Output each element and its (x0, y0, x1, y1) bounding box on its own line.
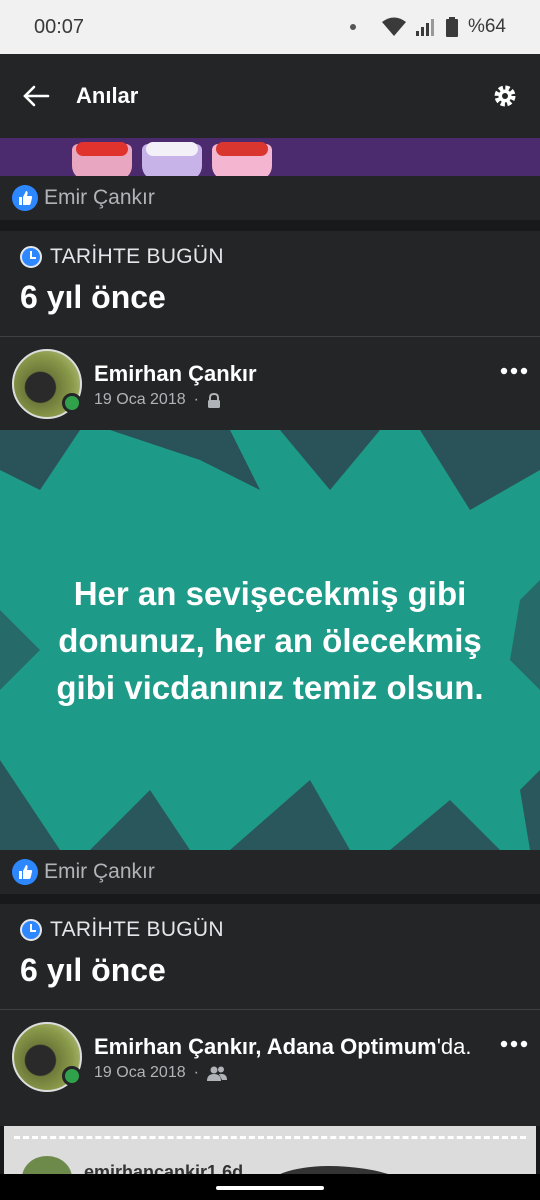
post-quote-text: Her an sevişecekmiş gibi donunuz, her an… (56, 574, 484, 706)
wifi-icon (381, 17, 406, 36)
status-time: 00:07 (34, 15, 85, 38)
memory-kicker-text: TARİHTE BUGÜN (50, 918, 224, 941)
post-author-line[interactable]: Emirhan Çankır, Adana Optimum'da. (94, 1032, 488, 1062)
reaction-row[interactable]: Emir Çankır (0, 850, 540, 894)
lock-icon (207, 392, 220, 408)
dashed-divider (14, 1136, 526, 1139)
post-date-row: 19 Oca 2018 · (94, 391, 488, 409)
more-options-icon[interactable] (488, 349, 528, 420)
online-status-icon (62, 393, 82, 413)
memory-kicker: TARİHTE BUGÜN (20, 245, 520, 269)
home-gesture-handle[interactable] (216, 1186, 324, 1190)
settings-gear-icon[interactable] (492, 83, 518, 109)
signal-icon (415, 19, 434, 36)
avatar[interactable] (12, 349, 82, 419)
post-meta: Emirhan Çankır 19 Oca 2018 · (94, 349, 488, 420)
clock-icon (20, 246, 42, 268)
memory-time-ago: 6 yıl önce (20, 279, 166, 315)
separator-dot: · (193, 1064, 199, 1081)
post-header: Emirhan Çankır 19 Oca 2018 · (0, 337, 540, 430)
battery-level: %64 (467, 16, 506, 37)
cupcake-illustration (212, 142, 272, 178)
battery-icon (445, 17, 458, 37)
post-text-card[interactable]: Her an sevişecekmiş gibi donunuz, her an… (0, 430, 540, 850)
memory-kicker: TARİHTE BUGÜN (20, 918, 520, 942)
page-title: Anılar (76, 83, 139, 108)
post-date[interactable]: 19 Oca 2018 (94, 391, 186, 409)
notification-dot-icon (349, 24, 356, 30)
post-date[interactable]: 19 Oca 2018 (94, 1064, 186, 1082)
memory-header: TARİHTE BUGÜN 6 yıl önce (0, 904, 540, 1010)
app-bar: Anılar (0, 54, 540, 138)
online-status-icon (62, 1066, 82, 1086)
like-icon (12, 185, 38, 211)
separator-dot: · (193, 391, 199, 408)
status-bar: 00:07 %64 (0, 0, 540, 54)
like-icon (12, 859, 38, 885)
memory-kicker-text: TARİHTE BUGÜN (50, 245, 224, 268)
birthday-banner-image (0, 138, 540, 178)
post-author[interactable]: Emirhan Çankır (94, 359, 488, 389)
memory-header: TARİHTE BUGÜN 6 yıl önce (0, 231, 540, 337)
cupcake-illustration (72, 142, 132, 178)
status-icons: %64 (349, 16, 506, 38)
reaction-name: Emir Çankır (44, 860, 155, 883)
memory-time-ago: 6 yıl önce (20, 952, 166, 988)
reaction-row[interactable]: Emir Çankır (0, 176, 540, 220)
post-date-row: 19 Oca 2018 · (94, 1064, 488, 1082)
location-suffix: 'da. (436, 1034, 472, 1059)
more-options-icon[interactable] (488, 1022, 528, 1116)
friends-icon (206, 1066, 227, 1081)
cupcake-illustration (142, 142, 202, 178)
post-author-and-place[interactable]: Emirhan Çankır, Adana Optimum (94, 1034, 437, 1059)
avatar[interactable] (12, 1022, 82, 1092)
back-arrow-icon[interactable] (22, 84, 50, 108)
reaction-name: Emir Çankır (44, 186, 155, 209)
system-navigation-bar (0, 1174, 540, 1200)
post-meta: Emirhan Çankır, Adana Optimum'da. 19 Oca… (94, 1022, 488, 1116)
clock-icon (20, 919, 42, 941)
post-header: Emirhan Çankır, Adana Optimum'da. 19 Oca… (0, 1010, 540, 1126)
